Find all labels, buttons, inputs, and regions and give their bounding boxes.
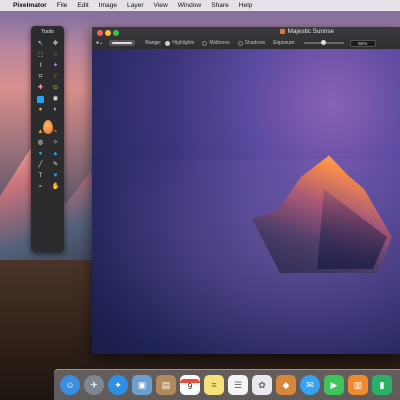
- dock-notes-icon[interactable]: ≡: [204, 375, 224, 395]
- red-eye-tool-icon[interactable]: ◍: [33, 138, 48, 149]
- range-midtones-option[interactable]: Midtones: [202, 40, 230, 46]
- dock-preview-icon[interactable]: ▣: [132, 375, 152, 395]
- range-shadows-option[interactable]: Shadows: [237, 40, 266, 46]
- magic-wand-tool-icon[interactable]: ✦: [48, 61, 63, 72]
- exposure-slider[interactable]: [303, 40, 344, 45]
- current-tool-icon[interactable]: ●⌄: [96, 40, 103, 46]
- pen-tool-icon[interactable]: ╱: [33, 160, 48, 171]
- sponge-tool-icon[interactable]: ●: [33, 149, 48, 160]
- sharpen-tool-icon[interactable]: ⌁: [48, 127, 63, 138]
- menu-file[interactable]: File: [57, 2, 68, 9]
- dock: ☺ ✈ ✦ ▣ ▤ 9 ≡ ☰ ✿ ◆ ✉ ▶ ▥ ▮: [54, 369, 400, 400]
- menu-bar: Pixelmator File Edit Image Layer View Wi…: [0, 0, 400, 11]
- document-title-text: Majestic Sunrise: [287, 28, 334, 35]
- menu-edit[interactable]: Edit: [77, 2, 88, 9]
- move-tool-icon[interactable]: ↖: [33, 39, 48, 50]
- menu-view[interactable]: View: [154, 2, 168, 9]
- menu-image[interactable]: Image: [99, 2, 117, 9]
- exposure-label: Exposure:: [273, 40, 296, 46]
- image-canvas[interactable]: [92, 49, 400, 354]
- crop-tool-icon[interactable]: ⌗: [33, 72, 48, 83]
- pencil-tool-icon[interactable]: ✎: [48, 160, 63, 171]
- hand-tool-icon[interactable]: ✋: [48, 182, 63, 193]
- radio-shadows[interactable]: [237, 40, 243, 46]
- menu-window[interactable]: Window: [178, 2, 201, 9]
- tool-options-bar: ●⌄ Range: Highlights Midtones Shadows Ex…: [96, 39, 396, 47]
- range-highlights-option[interactable]: Highlights: [165, 40, 194, 46]
- eraser-tool-icon[interactable]: ◉: [48, 94, 63, 105]
- calendar-date-label: 9: [187, 382, 193, 391]
- menu-layer[interactable]: Layer: [127, 2, 144, 9]
- exposure-slider-knob[interactable]: [321, 40, 327, 45]
- arrange-tool-icon[interactable]: ✥: [48, 39, 63, 50]
- dock-messages-icon[interactable]: ✉: [300, 375, 320, 395]
- dock-safari-icon[interactable]: ✦: [108, 375, 128, 395]
- radio-midtones[interactable]: [202, 40, 208, 46]
- dock-ibooks-icon[interactable]: ▥: [348, 375, 368, 395]
- document-title: Majestic Sunrise: [92, 28, 400, 35]
- dock-calendar-icon[interactable]: 9: [180, 375, 200, 395]
- document-icon: [279, 28, 285, 34]
- smudge-tool-icon[interactable]: ▲: [33, 127, 48, 138]
- range-midtones-label: Midtones: [209, 40, 230, 46]
- clone-tool-icon[interactable]: ⊙: [48, 83, 63, 94]
- dock-pixelmator-icon[interactable]: ◆: [276, 375, 296, 395]
- dock-facetime-icon[interactable]: ▶: [324, 375, 344, 395]
- dock-launchpad-icon[interactable]: ✈: [84, 375, 104, 395]
- range-shadows-label: Shadows: [244, 40, 266, 46]
- dock-numbers-icon[interactable]: ▮: [372, 375, 392, 395]
- repair-tool-icon[interactable]: ✚: [33, 83, 48, 94]
- range-label: Range:: [145, 40, 162, 46]
- eyedropper-tool-icon[interactable]: ⁄: [48, 72, 63, 83]
- document-window: Majestic Sunrise ●⌄ Range: Highlights Mi…: [92, 27, 400, 354]
- type-tool-icon[interactable]: T: [33, 171, 48, 182]
- range-highlights-label: Highlights: [172, 40, 195, 46]
- tools-grid: ↖ ✥ ⬚ ◌ ℓ ✦ ⌗ ⁄ ✚ ⊙ ◉ ● ◐ ▲ ⌁ ◍ ✧ ● ▲ ╱ …: [31, 39, 64, 193]
- lasso-tool-icon[interactable]: ℓ: [33, 61, 48, 72]
- heart-shape-tool-icon[interactable]: ♥: [48, 171, 63, 182]
- dock-photos-icon[interactable]: ✿: [252, 375, 272, 395]
- burn-tool-icon[interactable]: ▲: [48, 149, 63, 160]
- rect-select-tool-icon[interactable]: ⬚: [33, 50, 48, 61]
- tools-palette-title: Tools: [41, 29, 54, 35]
- paint-bucket-tool-icon[interactable]: ●: [33, 105, 48, 116]
- exposure-value-field[interactable]: 50%: [349, 39, 376, 47]
- dock-contacts-icon[interactable]: ▤: [156, 375, 176, 395]
- dock-finder-icon[interactable]: ☺: [60, 375, 80, 395]
- gradient-tool-icon[interactable]: ◐: [48, 105, 63, 116]
- color-swatch-icon[interactable]: [33, 94, 48, 105]
- dock-reminders-icon[interactable]: ☰: [228, 375, 248, 395]
- radio-highlights[interactable]: [165, 40, 171, 46]
- zoom-tool-icon[interactable]: ⌕: [33, 182, 48, 193]
- menu-app-name[interactable]: Pixelmator: [13, 2, 47, 9]
- menu-help[interactable]: Help: [239, 2, 253, 9]
- menu-share[interactable]: Share: [211, 2, 229, 9]
- brush-preview[interactable]: [109, 40, 136, 46]
- title-bar[interactable]: Majestic Sunrise ●⌄ Range: Highlights Mi…: [92, 27, 400, 49]
- tools-palette: Tools ↖ ✥ ⬚ ◌ ℓ ✦ ⌗ ⁄ ✚ ⊙ ◉ ● ◐ ▲ ⌁ ◍ ✧ …: [31, 26, 64, 252]
- light-tool-icon[interactable]: ✧: [48, 138, 63, 149]
- ellipse-select-tool-icon[interactable]: ◌: [48, 50, 63, 61]
